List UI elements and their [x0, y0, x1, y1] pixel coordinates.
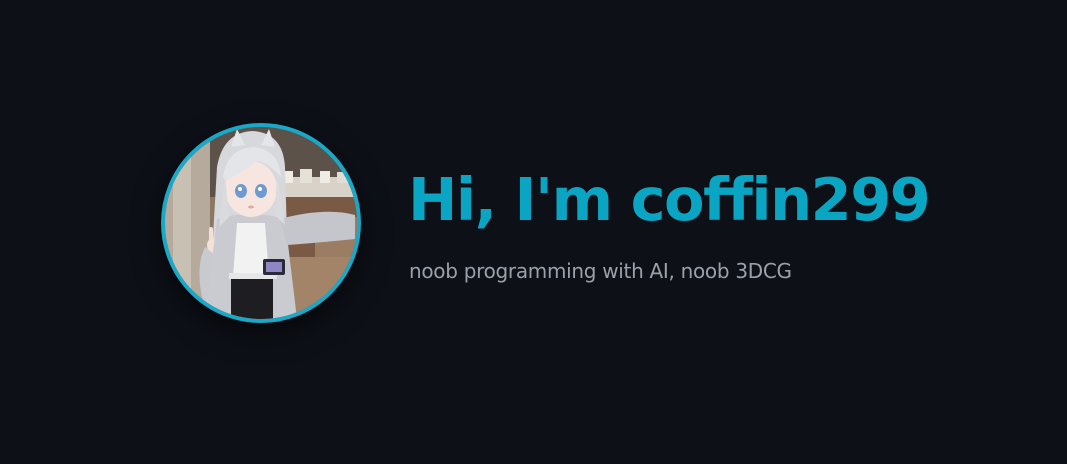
page-title: Hi, I'm coffin299 — [408, 165, 931, 234]
avatar-illustration — [165, 127, 357, 319]
tagline: noob programming with AI, noob 3DCG — [409, 259, 792, 283]
hero-section: Hi, I'm coffin299 noob programming with … — [0, 0, 1067, 464]
avatar — [161, 123, 361, 323]
